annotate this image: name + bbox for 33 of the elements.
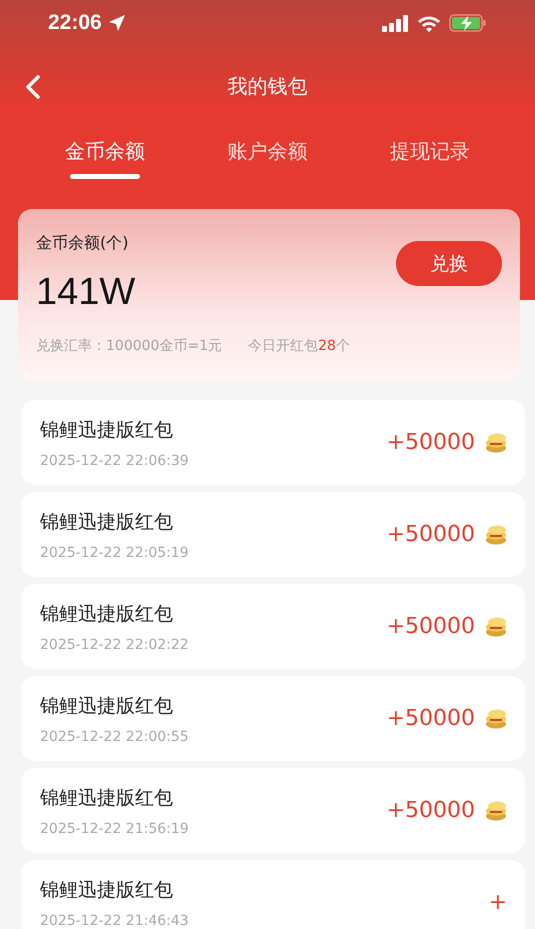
record-time: 2025-12-22 22:02:22 (40, 636, 189, 652)
tab[interactable]: 提现记录 (382, 126, 478, 179)
exchange-button[interactable]: 兑换 (396, 241, 502, 286)
battery-charging-icon (449, 14, 487, 32)
record-time: 2025-12-22 22:05:19 (40, 544, 189, 560)
tab[interactable]: 账户余额 (219, 126, 316, 179)
record-amount: +50000 (386, 706, 475, 731)
record-amount: + (488, 890, 507, 915)
today-count-text: 今日开红包28个 (248, 337, 350, 355)
record-title: 锦鲤迅捷版红包 (40, 878, 174, 902)
balance-label: 金币余额(个) (36, 233, 128, 254)
record-time: 2025-12-22 22:00:55 (40, 728, 189, 744)
record-title: 锦鲤迅捷版红包 (40, 418, 174, 442)
record-time: 2025-12-22 21:56:19 (40, 820, 189, 836)
record-title: 锦鲤迅捷版红包 (40, 694, 174, 718)
wifi-icon (417, 14, 441, 32)
record-title: 锦鲤迅捷版红包 (40, 510, 174, 534)
back-icon[interactable] (24, 74, 42, 100)
record-amount: +50000 (386, 430, 475, 455)
location-arrow-icon (108, 14, 126, 32)
status-time: 22:06 (48, 11, 102, 35)
balance-amount: 141W (36, 271, 136, 314)
record-time: 2025-12-22 22:06:39 (40, 452, 189, 468)
record-title: 锦鲤迅捷版红包 (40, 786, 174, 810)
tab[interactable]: 金币余额 (57, 126, 154, 179)
page-title: 我的钱包 (228, 72, 308, 100)
record-amount: +50000 (386, 522, 475, 547)
record-amount: +50000 (386, 614, 475, 639)
record-amount: +50000 (386, 798, 475, 823)
record-title: 锦鲤迅捷版红包 (40, 602, 174, 626)
signal-icon (382, 14, 409, 32)
exchange-rate-text: 兑换汇率：100000金币=1元 (36, 337, 222, 355)
record-time: 2025-12-22 21:46:43 (40, 912, 189, 928)
